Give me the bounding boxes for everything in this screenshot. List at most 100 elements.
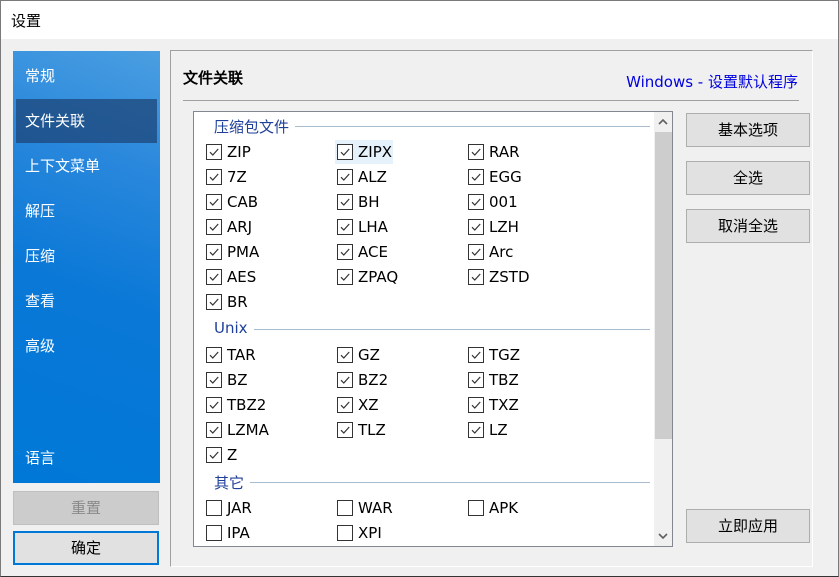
sidebar-item-extract[interactable]: 解压 <box>16 189 157 233</box>
checkbox-aes[interactable]: AES <box>204 265 256 289</box>
reset-button[interactable]: 重置 <box>13 491 159 525</box>
scroll-down-button[interactable] <box>654 526 672 546</box>
checkbox-lzh[interactable]: LZH <box>466 215 519 239</box>
checkbox-tbz2[interactable]: TBZ2 <box>204 393 266 417</box>
checkbox-checked-icon[interactable] <box>468 422 484 438</box>
checkbox-unchecked-icon[interactable] <box>337 525 353 541</box>
checkmark-icon <box>209 248 219 256</box>
sidebar-item-language[interactable]: 语言 <box>16 436 157 480</box>
checkbox-checked-icon[interactable] <box>337 169 353 185</box>
checkbox-lz[interactable]: LZ <box>466 418 508 442</box>
checkbox-jar[interactable]: JAR <box>204 496 252 520</box>
checkbox-checked-icon[interactable] <box>337 144 353 160</box>
checkbox-checked-icon[interactable] <box>468 194 484 210</box>
checkbox-bz[interactable]: BZ <box>204 368 248 392</box>
checkbox-checked-icon[interactable] <box>468 144 484 160</box>
checkbox-tlz[interactable]: TLZ <box>335 418 386 442</box>
checkbox-tbz[interactable]: TBZ <box>466 368 519 392</box>
checkbox-zstd[interactable]: ZSTD <box>466 265 530 289</box>
checkbox-rar[interactable]: RAR <box>466 140 520 164</box>
checkbox-lzma[interactable]: LZMA <box>204 418 269 442</box>
checkbox-unchecked-icon[interactable] <box>206 525 222 541</box>
sidebar-item-file-association[interactable]: 文件关联 <box>16 99 157 143</box>
checkbox-checked-icon[interactable] <box>337 372 353 388</box>
checkbox-xpi[interactable]: XPI <box>335 521 382 545</box>
checkbox-label: TAR <box>227 346 256 364</box>
checkbox-checked-icon[interactable] <box>206 397 222 413</box>
checkbox-checked-icon[interactable] <box>206 447 222 463</box>
checkbox-checked-icon[interactable] <box>337 347 353 363</box>
apply-now-button[interactable]: 立即应用 <box>686 509 810 543</box>
checkbox-ace[interactable]: ACE <box>335 240 388 264</box>
select-all-button[interactable]: 全选 <box>686 161 810 195</box>
checkbox-zpaq[interactable]: ZPAQ <box>335 265 398 289</box>
checkbox-br[interactable]: BR <box>204 290 248 314</box>
checkbox-checked-icon[interactable] <box>337 269 353 285</box>
checkbox-checked-icon[interactable] <box>206 347 222 363</box>
checkbox-checked-icon[interactable] <box>206 244 222 260</box>
checkbox-unchecked-icon[interactable] <box>468 500 484 516</box>
checkbox-tar[interactable]: TAR <box>204 343 256 367</box>
checkbox-txz[interactable]: TXZ <box>466 393 519 417</box>
scrollbar-thumb[interactable] <box>655 132 672 440</box>
checkbox-pma[interactable]: PMA <box>204 240 259 264</box>
checkbox-zip[interactable]: ZIP <box>204 140 251 164</box>
checkbox-label: AES <box>227 268 257 286</box>
checkbox-checked-icon[interactable] <box>337 422 353 438</box>
checkbox-001[interactable]: 001 <box>466 190 518 214</box>
checkbox-checked-icon[interactable] <box>206 269 222 285</box>
group-header: Unix <box>214 319 248 337</box>
windows-default-programs-link[interactable]: Windows - 设置默认程序 <box>626 71 798 92</box>
checkbox-label: ZSTD <box>489 268 530 286</box>
ok-button[interactable]: 确定 <box>13 531 159 565</box>
sidebar-item-view[interactable]: 查看 <box>16 279 157 323</box>
checkbox-war[interactable]: WAR <box>335 496 393 520</box>
checkbox-checked-icon[interactable] <box>206 194 222 210</box>
checkbox-arj[interactable]: ARJ <box>204 215 252 239</box>
checkbox-checked-icon[interactable] <box>468 372 484 388</box>
checkbox-checked-icon[interactable] <box>468 244 484 260</box>
checkbox-checked-icon[interactable] <box>206 169 222 185</box>
deselect-all-button[interactable]: 取消全选 <box>686 209 810 243</box>
checkbox-unchecked-icon[interactable] <box>337 500 353 516</box>
checkbox-cab[interactable]: CAB <box>204 190 258 214</box>
checkbox-egg[interactable]: EGG <box>466 165 522 189</box>
checkbox-checked-icon[interactable] <box>337 219 353 235</box>
checkbox-apk[interactable]: APK <box>466 496 518 520</box>
checkbox-alz[interactable]: ALZ <box>335 165 387 189</box>
checkbox-unchecked-icon[interactable] <box>206 500 222 516</box>
checkbox-lha[interactable]: LHA <box>335 215 388 239</box>
checkbox-checked-icon[interactable] <box>206 422 222 438</box>
scroll-up-button[interactable] <box>654 112 672 132</box>
checkbox-checked-icon[interactable] <box>337 194 353 210</box>
checkbox-7z[interactable]: 7Z <box>204 165 247 189</box>
basic-options-button[interactable]: 基本选项 <box>686 113 810 147</box>
vertical-scrollbar[interactable] <box>654 112 672 546</box>
checkbox-checked-icon[interactable] <box>206 144 222 160</box>
checkbox-checked-icon[interactable] <box>468 169 484 185</box>
sidebar-item-general[interactable]: 常规 <box>16 54 157 98</box>
checkbox-xz[interactable]: XZ <box>335 393 379 417</box>
checkbox-checked-icon[interactable] <box>206 219 222 235</box>
checkbox-ipa[interactable]: IPA <box>204 521 250 545</box>
sidebar-item-advanced[interactable]: 高级 <box>16 324 157 368</box>
checkbox-checked-icon[interactable] <box>337 244 353 260</box>
checkmark-icon <box>471 426 481 434</box>
checkbox-checked-icon[interactable] <box>468 397 484 413</box>
checkbox-checked-icon[interactable] <box>206 372 222 388</box>
checkbox-checked-icon[interactable] <box>468 269 484 285</box>
checkbox-arc[interactable]: Arc <box>466 240 513 264</box>
sidebar-item-compress[interactable]: 压缩 <box>16 234 157 278</box>
checkbox-tgz[interactable]: TGZ <box>466 343 520 367</box>
sidebar: 常规 文件关联 上下文菜单 解压 压缩 查看 高级 语言 <box>13 51 160 483</box>
checkbox-z[interactable]: Z <box>204 443 237 467</box>
checkbox-checked-icon[interactable] <box>206 294 222 310</box>
checkbox-bh[interactable]: BH <box>335 190 380 214</box>
sidebar-item-context-menu[interactable]: 上下文菜单 <box>16 144 157 188</box>
checkbox-checked-icon[interactable] <box>468 347 484 363</box>
checkbox-checked-icon[interactable] <box>337 397 353 413</box>
checkbox-bz2[interactable]: BZ2 <box>335 368 388 392</box>
checkbox-zipx[interactable]: ZIPX <box>335 140 393 164</box>
checkbox-gz[interactable]: GZ <box>335 343 380 367</box>
checkbox-checked-icon[interactable] <box>468 219 484 235</box>
